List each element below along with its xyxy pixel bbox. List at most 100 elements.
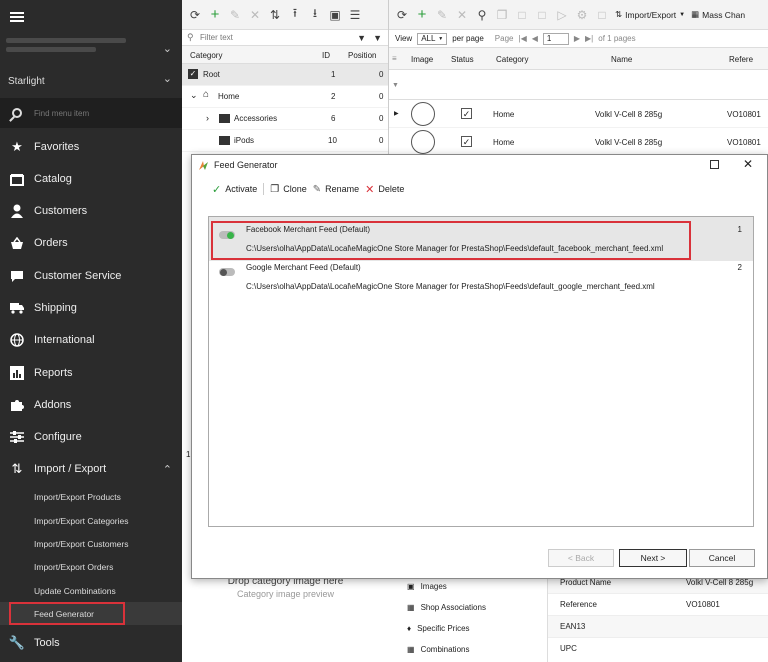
category-filter[interactable]: ⚲ Filter text ▼ ▼ <box>182 30 388 46</box>
search-icon[interactable]: ⚲ <box>475 8 489 22</box>
sidebar-sub-import-export-products[interactable]: Import/Export Products <box>34 492 121 502</box>
page-input[interactable]: 1 <box>542 32 569 45</box>
category-image-area[interactable]: Drop category image here Category image … <box>182 572 389 662</box>
chevron-right-icon[interactable]: › <box>206 113 209 123</box>
product-thumbnail[interactable] <box>411 130 435 154</box>
sidebar-sub-update-combinations[interactable]: Update Combinations <box>34 586 116 596</box>
sidebar-item-orders[interactable]: Orders <box>0 229 182 257</box>
edit-icon[interactable]: ✎ <box>435 8 449 22</box>
detail-link-combinations[interactable]: ▦ Combinations <box>407 645 469 654</box>
menu-search[interactable]: Find menu item <box>0 98 182 128</box>
sidebar-item-tools[interactable]: 🔧 Tools <box>0 629 182 657</box>
menu-search-input[interactable]: Find menu item <box>34 109 89 118</box>
delete-icon[interactable]: ✕ <box>248 8 262 22</box>
move-icon[interactable]: ⇅ <box>268 8 282 22</box>
column-header[interactable]: Category <box>496 55 528 64</box>
table-row[interactable]: iPods 10 0 <box>182 130 388 152</box>
sidebar-item-shipping[interactable]: Shipping <box>0 294 182 322</box>
delete-icon[interactable]: ✕ <box>455 8 469 22</box>
edit-icon[interactable]: ✎ <box>228 8 242 22</box>
status-checkbox[interactable]: ✓ <box>461 108 472 119</box>
clear-filter-icon[interactable]: ▼ <box>373 33 382 43</box>
feed-toggle[interactable] <box>219 268 235 276</box>
filter-icon[interactable]: ▼ <box>392 82 399 89</box>
add-icon[interactable]: + <box>208 6 222 23</box>
sidebar-item-catalog[interactable]: Catalog <box>0 165 182 193</box>
refresh-icon[interactable]: ⟳ <box>395 8 409 22</box>
column-header[interactable]: Name <box>611 55 632 64</box>
field-value[interactable]: Volkl V-Cell 8 285g <box>686 578 753 587</box>
sidebar-item-customer-service[interactable]: Customer Service <box>0 262 182 290</box>
sidebar-sub-import-export-orders[interactable]: Import/Export Orders <box>34 562 113 572</box>
clipboard-icon[interactable]: □ <box>535 8 549 22</box>
column-header[interactable]: Status <box>451 55 474 64</box>
tag-icon[interactable]: ▷ <box>555 8 569 22</box>
sidebar-item-reports[interactable]: Reports <box>0 359 182 387</box>
list-item[interactable]: Google Merchant Feed (Default) C:\Users\… <box>209 261 753 305</box>
sidebar-sub-import-export-categories[interactable]: Import/Export Categories <box>34 516 128 526</box>
filter-icon[interactable]: ▼ <box>357 33 366 43</box>
close-icon[interactable]: ✕ <box>743 157 753 171</box>
activate-button[interactable]: ✓ Activate <box>212 183 257 196</box>
products-filter-row[interactable]: ▼ <box>389 70 768 100</box>
checkbox-icon[interactable]: ✓ <box>188 69 198 79</box>
column-header[interactable]: ID <box>322 51 330 60</box>
back-button[interactable]: < Back <box>548 549 614 567</box>
sidebar-item-addons[interactable]: Addons <box>0 391 182 419</box>
table-row[interactable]: ⌄ ⌂ Home 2 0 <box>182 86 388 108</box>
first-page-icon[interactable]: |◀ <box>518 34 526 43</box>
paste-icon[interactable]: □ <box>515 8 529 22</box>
image-icon[interactable]: ▣ <box>328 8 342 22</box>
hamburger-icon[interactable] <box>10 12 24 22</box>
menu-dots-icon[interactable]: ≡ <box>392 54 397 63</box>
filter-input[interactable]: Filter text <box>200 33 233 42</box>
prev-page-icon[interactable]: ◀ <box>532 34 538 43</box>
column-header[interactable]: Refere <box>729 55 753 64</box>
filter-icon[interactable]: ☰ <box>348 8 362 22</box>
chevron-down-icon[interactable]: ⌄ <box>163 42 172 55</box>
delete-button[interactable]: ✕ Delete <box>365 183 404 196</box>
mass-change-button[interactable]: ▦ Mass Chan <box>691 9 745 20</box>
status-checkbox[interactable]: ✓ <box>461 136 472 147</box>
field-value[interactable]: VO10801 <box>686 600 720 609</box>
cancel-button[interactable]: Cancel <box>689 549 755 567</box>
detail-link-shop-associations[interactable]: ▦ Shop Associations <box>407 603 486 612</box>
column-header[interactable]: Image <box>411 55 433 64</box>
comment-icon[interactable]: □ <box>595 8 609 22</box>
sidebar-sub-import-export-customers[interactable]: Import/Export Customers <box>34 539 128 549</box>
table-row[interactable]: ✓ Home Volkl V-Cell 8 285g VO10801 <box>389 128 768 156</box>
product-thumbnail[interactable] <box>411 102 435 126</box>
sidebar-item-customers[interactable]: Customers <box>0 197 182 225</box>
chevron-up-icon[interactable]: ⌃ <box>163 463 172 476</box>
gear-icon[interactable]: ⚙ <box>575 8 589 22</box>
menu-toggle[interactable] <box>0 0 182 34</box>
chevron-down-icon[interactable]: ⌄ <box>163 72 172 85</box>
refresh-icon[interactable]: ⟳ <box>188 8 202 22</box>
clone-button[interactable]: ❐ Clone <box>270 184 306 195</box>
view-select[interactable]: ALL ▼ <box>417 32 448 45</box>
shop-name[interactable]: Starlight <box>8 76 45 87</box>
chevron-down-icon[interactable]: ⌄ <box>190 90 198 101</box>
rename-button[interactable]: ✎ Rename <box>313 184 359 195</box>
next-page-icon[interactable]: ▶ <box>574 34 580 43</box>
sidebar-item-import-export[interactable]: ⇅ Import / Export ⌃ <box>0 455 182 483</box>
maximize-icon[interactable] <box>710 160 719 169</box>
sidebar-sub-feed-generator[interactable]: Feed Generator <box>34 609 94 619</box>
sidebar-item-international[interactable]: International <box>0 326 182 354</box>
store-selector[interactable] <box>6 38 156 60</box>
next-button[interactable]: Next > <box>619 549 687 567</box>
column-header[interactable]: Position <box>348 51 376 60</box>
table-row[interactable]: › Accessories 6 0 <box>182 108 388 130</box>
sidebar-item-configure[interactable]: Configure <box>0 423 182 451</box>
last-page-icon[interactable]: ▶| <box>585 34 593 43</box>
column-header[interactable]: Category <box>190 51 222 60</box>
table-row[interactable]: ✓ Root 1 0 <box>182 64 388 86</box>
move-down-icon[interactable]: ⭳ <box>308 6 322 22</box>
copy-icon[interactable]: ❐ <box>495 8 509 22</box>
import-export-menu[interactable]: ⇅ Import/Export ▼ <box>615 9 685 20</box>
detail-link-images[interactable]: ▣ Images <box>407 582 447 591</box>
add-icon[interactable]: + <box>415 6 429 23</box>
move-up-icon[interactable]: ⭱ <box>288 6 302 22</box>
table-row[interactable]: ▶ ✓ Home Volkl V-Cell 8 285g VO10801 <box>389 100 768 128</box>
sidebar-item-favorites[interactable]: ★ Favorites <box>0 133 182 161</box>
